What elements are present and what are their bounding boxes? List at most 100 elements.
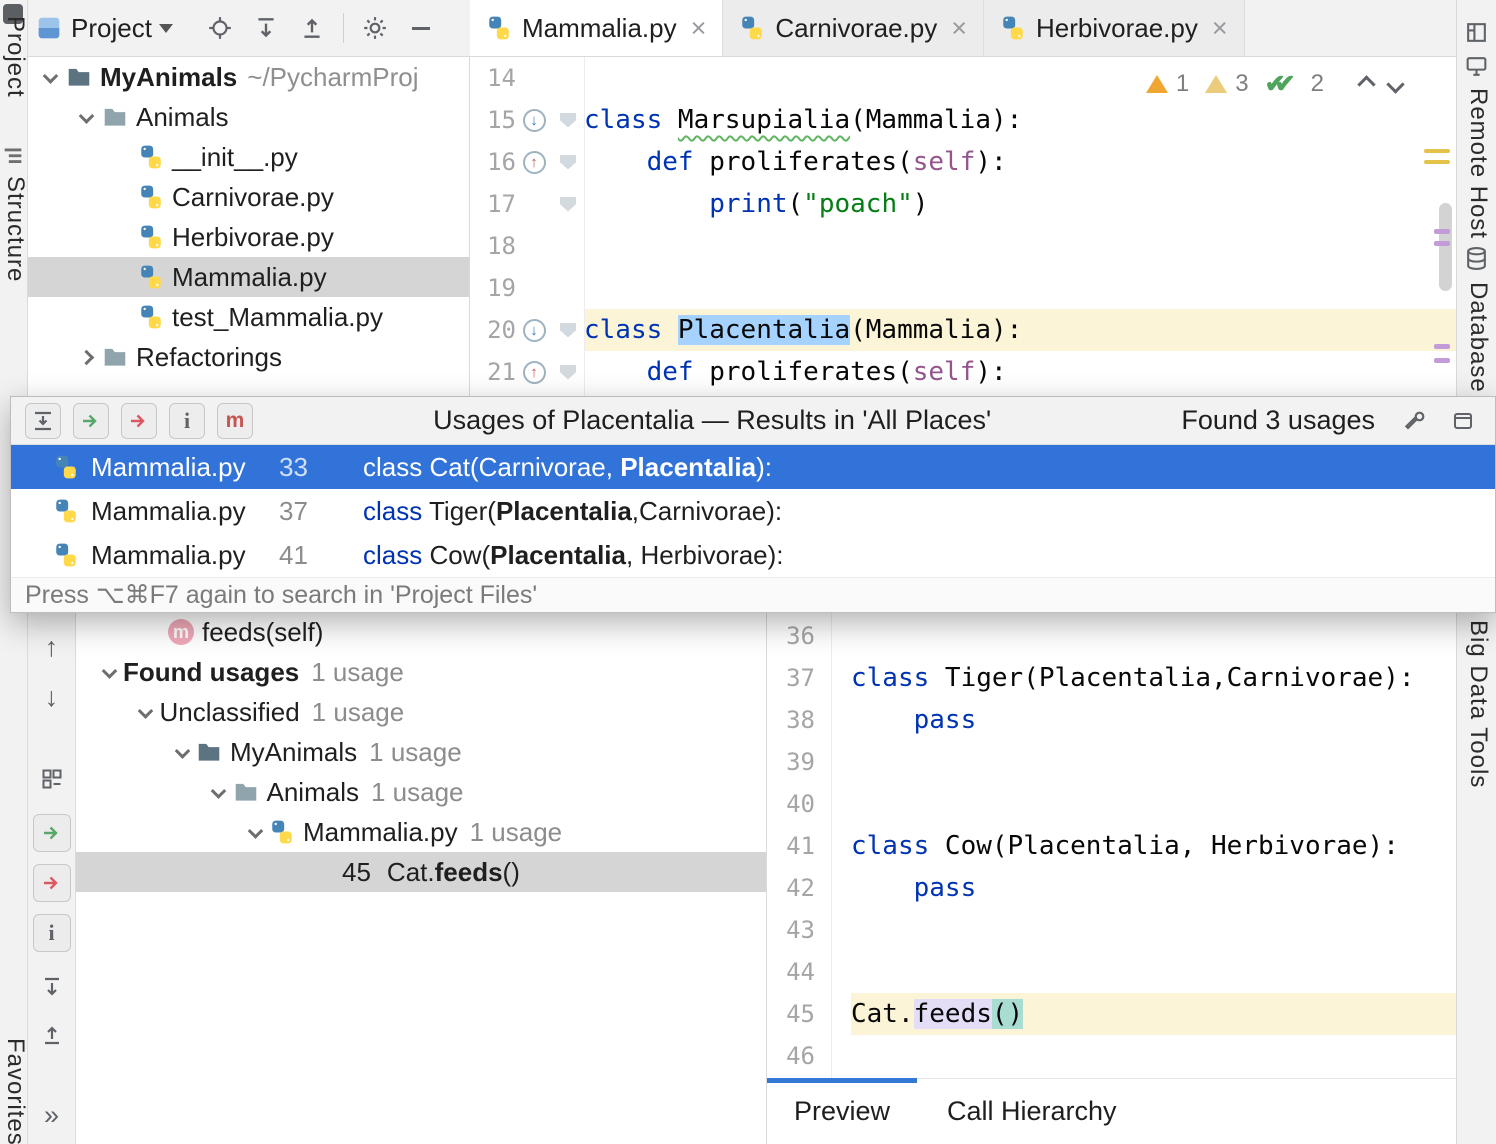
usages-tree-row[interactable]: mfeeds(self) — [76, 612, 766, 652]
navigate-down-icon[interactable]: ↓ — [33, 678, 71, 716]
tree-item-carnivorae-py[interactable]: Carnivorae.py — [28, 177, 469, 217]
write-access-icon[interactable] — [121, 403, 157, 439]
tab-preview[interactable]: Preview — [767, 1079, 917, 1144]
close-icon[interactable]: × — [691, 13, 707, 44]
usages-tree-row[interactable]: Found usages1 usage — [76, 652, 766, 692]
project-view-dropdown[interactable]: Project — [71, 13, 152, 44]
usages-tree-row[interactable]: 45Cat.feeds() — [76, 852, 766, 892]
fold-indicator-icon[interactable] — [552, 113, 584, 128]
editor-line[interactable]: 18 — [470, 225, 1456, 267]
caret-down-icon[interactable] — [159, 24, 173, 33]
chevron-down-slot[interactable] — [168, 747, 196, 758]
editor-top[interactable]: 1415↓class Marsupialia(Mammalia):16↑ def… — [470, 57, 1456, 396]
editor-line[interactable]: 44 — [767, 951, 1456, 993]
next-problem-icon[interactable] — [1386, 75, 1404, 93]
tree-item-mammalia-py[interactable]: Mammalia.py — [28, 257, 469, 297]
preview-editor[interactable]: 3637class Tiger(Placentalia,Carnivorae):… — [766, 612, 1456, 1078]
chevron-down-slot[interactable] — [241, 827, 269, 838]
editor-line[interactable]: 39 — [767, 741, 1456, 783]
stripe-button-remote-host[interactable]: Remote Host — [1464, 88, 1492, 239]
editor-line[interactable]: 36 — [767, 615, 1456, 657]
stripe-button-structure[interactable]: Structure — [1, 176, 29, 282]
chevron-down-slot[interactable] — [95, 667, 123, 678]
usages-tree-row[interactable]: MyAnimals1 usage — [76, 732, 766, 772]
overridden-marker-icon[interactable]: ↓ — [516, 109, 552, 132]
tab-carnivorae-py[interactable]: Carnivorae.py× — [723, 0, 984, 56]
read-access-icon[interactable] — [33, 814, 71, 852]
editor-line[interactable]: 41class Cow(Placentalia, Herbivorae): — [767, 825, 1456, 867]
usage-row[interactable]: Mammalia.py33class Cat(Carnivorae, Place… — [11, 445, 1495, 489]
settings-wrench-icon[interactable] — [1397, 403, 1433, 439]
overridden-marker-icon[interactable]: ↓ — [516, 319, 552, 342]
usages-tree-row[interactable]: Mammalia.py1 usage — [76, 812, 766, 852]
tab-mammalia-py[interactable]: Mammalia.py× — [470, 0, 723, 56]
editor-line[interactable]: 16↑ def proliferates(self): — [470, 141, 1456, 183]
fold-indicator-icon[interactable] — [552, 197, 584, 212]
more-options-icon[interactable]: » — [33, 1096, 71, 1134]
stripe-button-favorites[interactable]: Favorites — [1, 1038, 29, 1144]
hide-panel-icon[interactable] — [406, 13, 436, 43]
tab-herbivorae-py[interactable]: Herbivorae.py× — [984, 0, 1245, 56]
open-in-find-window-icon[interactable] — [25, 403, 61, 439]
no-errors-icon[interactable]: ✔✔ — [1265, 69, 1303, 99]
navigate-up-icon[interactable]: ↑ — [33, 628, 71, 666]
usages-tree-row[interactable]: Unclassified1 usage — [76, 692, 766, 732]
open-in-new-window-icon[interactable] — [1445, 403, 1481, 439]
overriding-marker-icon[interactable]: ↑ — [516, 151, 552, 174]
editor-line[interactable]: 40 — [767, 783, 1456, 825]
read-access-icon[interactable] — [73, 403, 109, 439]
tree-item-animals[interactable]: Animals — [28, 97, 469, 137]
warning-icon[interactable] — [1146, 75, 1168, 93]
fold-indicator-icon[interactable] — [552, 323, 584, 338]
previous-problem-icon[interactable] — [1357, 75, 1375, 93]
close-icon[interactable]: × — [951, 13, 967, 44]
expand-all-icon[interactable] — [33, 968, 71, 1006]
editor-line[interactable]: 46 — [767, 1035, 1456, 1077]
scrollbar-thumb[interactable] — [1439, 203, 1452, 291]
usages-tree-row[interactable]: Animals1 usage — [76, 772, 766, 812]
tree-item-refactorings[interactable]: Refactorings — [28, 337, 469, 377]
weak-warning-icon[interactable] — [1205, 75, 1227, 93]
editor-line[interactable]: 15↓class Marsupialia(Mammalia): — [470, 99, 1456, 141]
tree-item-test-mammalia-py[interactable]: test_Mammalia.py — [28, 297, 469, 337]
remote-host-icon[interactable] — [1464, 54, 1489, 79]
editor-line[interactable]: 37class Tiger(Placentalia,Carnivorae): — [767, 657, 1456, 699]
tab-call-hierarchy[interactable]: Call Hierarchy — [917, 1079, 1147, 1144]
editor-line[interactable]: 45Cat.feeds() — [767, 993, 1456, 1035]
expand-all-icon[interactable] — [251, 13, 281, 43]
editor-line[interactable]: 43 — [767, 909, 1456, 951]
overriding-marker-icon[interactable]: ↑ — [516, 361, 552, 384]
collapse-all-icon[interactable] — [33, 1016, 71, 1054]
chevron-down-slot[interactable] — [132, 707, 160, 718]
tree-item-init-py[interactable]: __init__.py — [28, 137, 469, 177]
editor-line[interactable]: 20↓class Placentalia(Mammalia): — [470, 309, 1456, 351]
close-icon[interactable]: × — [1212, 13, 1228, 44]
info-icon[interactable]: i — [169, 403, 205, 439]
group-by-icon[interactable] — [33, 760, 71, 798]
database-icon[interactable] — [1464, 246, 1489, 271]
stripe-button-database[interactable]: Database — [1464, 282, 1492, 393]
structure-icon[interactable] — [3, 146, 23, 166]
stripe-button-big-data-tools[interactable]: Big Data Tools — [1464, 620, 1492, 788]
chevron-down-slot[interactable] — [36, 72, 64, 83]
tree-item-herbivorae-py[interactable]: Herbivorae.py — [28, 217, 469, 257]
tree-item-myanimals[interactable]: MyAnimals~/PycharmProj — [28, 57, 469, 97]
chevron-down-slot[interactable] — [205, 787, 233, 798]
stripe-button-project[interactable]: Project — [1, 16, 29, 98]
chevron-down-slot[interactable] — [72, 112, 100, 123]
fold-indicator-icon[interactable] — [552, 365, 584, 380]
usage-row[interactable]: Mammalia.py37class Tiger(Placentalia,Car… — [11, 489, 1495, 533]
editor-line[interactable]: 42 pass — [767, 867, 1456, 909]
stripe-icon[interactable] — [1464, 20, 1489, 45]
editor-line[interactable]: 38 pass — [767, 699, 1456, 741]
usage-row[interactable]: Mammalia.py41class Cow(Placentalia, Herb… — [11, 533, 1495, 577]
fold-indicator-icon[interactable] — [552, 155, 584, 170]
chevron-right-slot[interactable] — [72, 352, 100, 363]
info-icon[interactable]: i — [33, 914, 71, 952]
editor-line[interactable]: 17 print("poach") — [470, 183, 1456, 225]
editor-line[interactable]: 19 — [470, 267, 1456, 309]
merge-usages-icon[interactable]: m — [217, 403, 253, 439]
locate-file-icon[interactable] — [205, 13, 235, 43]
editor-line[interactable]: 21↑ def proliferates(self): — [470, 351, 1456, 393]
collapse-all-icon[interactable] — [297, 13, 327, 43]
